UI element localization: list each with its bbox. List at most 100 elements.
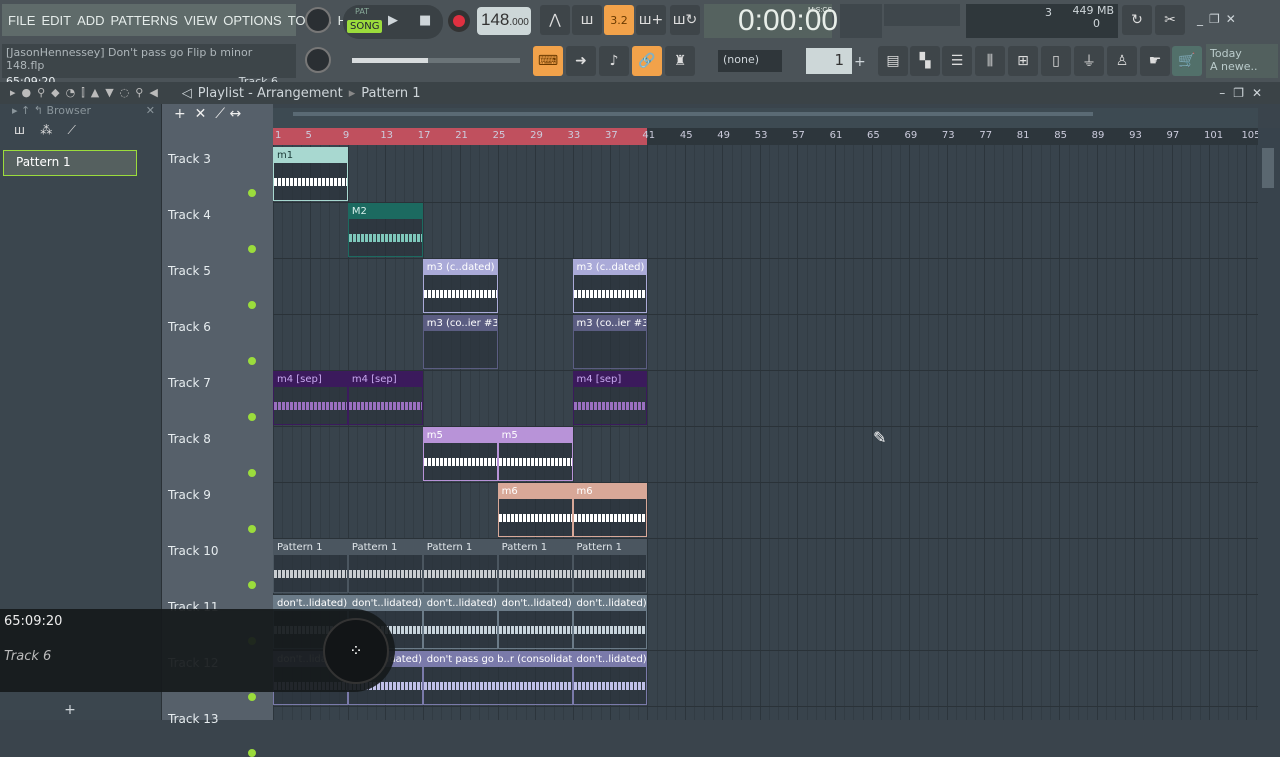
track-mute-led[interactable] bbox=[248, 469, 256, 477]
loop-record-button[interactable]: ш↻ bbox=[670, 5, 700, 35]
song-mode[interactable]: SONG bbox=[347, 20, 383, 33]
plugin-picker-button[interactable]: ⏚ bbox=[1074, 46, 1104, 76]
playlist-clip[interactable]: Pattern 1 bbox=[572, 539, 648, 593]
typing-keyboard-button[interactable]: ⌨ bbox=[533, 46, 563, 76]
track-name[interactable]: Track 6 bbox=[168, 320, 211, 334]
shop-button[interactable]: 🛒 bbox=[1172, 46, 1202, 76]
tempo-display[interactable]: 148.000 bbox=[477, 7, 531, 35]
vertical-scrollbar[interactable] bbox=[1258, 128, 1280, 720]
track-name[interactable]: Track 10 bbox=[168, 544, 218, 558]
news-panel[interactable]: Today A newe.. bbox=[1206, 44, 1278, 78]
channel-rack-button[interactable]: ☰ bbox=[942, 46, 972, 76]
browser-button[interactable]: ⊞ bbox=[1008, 46, 1038, 76]
restore-button[interactable]: ❐ bbox=[1209, 12, 1220, 26]
playlist-clip[interactable]: don't..lidated) bbox=[497, 595, 573, 649]
menu-file[interactable]: FILE bbox=[8, 13, 35, 28]
browser-item-pattern[interactable]: Pattern 1 bbox=[3, 150, 137, 176]
playlist-clip[interactable]: m4 [sep] bbox=[273, 371, 348, 425]
playlist-clip[interactable]: m4 [sep] bbox=[572, 371, 648, 425]
track-name[interactable]: Track 13 bbox=[168, 712, 218, 726]
close-button[interactable]: ✕ bbox=[1226, 12, 1236, 26]
playlist-pattern[interactable]: Pattern 1 bbox=[361, 86, 420, 101]
time-display[interactable]: 0:00:00 M:S:CS bbox=[704, 4, 838, 38]
master-pitch-knob[interactable] bbox=[305, 47, 331, 73]
track-header-tools[interactable]: + ✕ ⟋ ↔ bbox=[162, 104, 273, 128]
record-button[interactable] bbox=[448, 10, 470, 32]
track-mute-led[interactable] bbox=[248, 189, 256, 197]
project-info-button[interactable]: ▯ bbox=[1041, 46, 1071, 76]
wait-input-button[interactable]: ш bbox=[572, 5, 602, 35]
playlist-clip[interactable]: m3 (c..dated) bbox=[572, 259, 648, 313]
playlist-clip[interactable]: m3 (co..ier #3 bbox=[422, 315, 498, 369]
menu-options[interactable]: OPTIONS bbox=[223, 13, 282, 28]
track-name[interactable]: Track 7 bbox=[168, 376, 211, 390]
link-button[interactable]: 🔗 bbox=[632, 46, 662, 76]
playlist-clip[interactable]: don't..lidated) bbox=[572, 651, 648, 705]
menu-add[interactable]: ADD bbox=[77, 13, 104, 28]
menu-patterns[interactable]: PATTERNS bbox=[111, 13, 178, 28]
snap-select[interactable]: (none) bbox=[718, 50, 782, 72]
overview-scrollbar[interactable] bbox=[273, 108, 1258, 128]
browser-tabs[interactable]: ш ⁂ ⟋ bbox=[0, 120, 161, 142]
track-name[interactable]: Track 9 bbox=[168, 488, 211, 502]
track-mute-led[interactable] bbox=[248, 413, 256, 421]
playlist-clip[interactable]: don't..lidated) bbox=[572, 595, 648, 649]
playlist-clip[interactable]: Pattern 1 bbox=[273, 539, 348, 593]
playlist-clip[interactable]: m3 (co..ier #3 bbox=[572, 315, 648, 369]
pat-mode[interactable]: PAT bbox=[355, 7, 369, 16]
add-pattern-button[interactable]: + bbox=[854, 54, 866, 70]
master-pitch-slider[interactable] bbox=[352, 58, 520, 63]
track-mute-led[interactable] bbox=[248, 245, 256, 253]
playlist-clip[interactable]: m4 [sep] bbox=[347, 371, 423, 425]
playlist-clip[interactable]: M2 bbox=[347, 203, 423, 257]
close-browser-button[interactable]: ✕ bbox=[146, 104, 155, 117]
track-name[interactable]: Track 4 bbox=[168, 208, 211, 222]
playlist-clip[interactable]: m3 (c..dated) bbox=[422, 259, 498, 313]
pattern-selector[interactable]: 1 bbox=[806, 48, 852, 74]
menu-edit[interactable]: EDIT bbox=[41, 13, 71, 28]
playlist-clip[interactable]: m6 bbox=[572, 483, 648, 537]
track-mute-led[interactable] bbox=[248, 749, 256, 757]
playlist-clip[interactable]: don't..lidated) bbox=[422, 595, 498, 649]
track-mute-led[interactable] bbox=[248, 693, 256, 701]
master-volume-knob[interactable] bbox=[305, 7, 331, 33]
countdown-button[interactable]: 3.2 bbox=[604, 5, 634, 35]
playlist-clip[interactable]: m5 bbox=[497, 427, 573, 481]
track-name[interactable]: Track 5 bbox=[168, 264, 211, 278]
minimize-button[interactable]: _ bbox=[1197, 12, 1203, 26]
stop-button[interactable]: ■ bbox=[419, 13, 431, 28]
playlist-clip[interactable]: m1 bbox=[273, 147, 348, 201]
playlist-clip[interactable]: m6 bbox=[497, 483, 573, 537]
track-mute-led[interactable] bbox=[248, 525, 256, 533]
track-mute-led[interactable] bbox=[248, 301, 256, 309]
playlist-clip[interactable]: m5 bbox=[422, 427, 498, 481]
help-pointer-button[interactable]: ☛ bbox=[1140, 46, 1170, 76]
playlist-grid[interactable]: m1 M2 m3 (c..dated) m3 (c..dated) m3 (co..ie… bbox=[273, 145, 1258, 720]
playlist-clip[interactable]: Pattern 1 bbox=[497, 539, 573, 593]
track-mute-led[interactable] bbox=[248, 581, 256, 589]
piano-roll-button[interactable]: ▚ bbox=[910, 46, 940, 76]
drag-handle-icon[interactable]: ⁘ bbox=[323, 618, 389, 684]
track-name[interactable]: Track 8 bbox=[168, 432, 211, 446]
mixer-button[interactable]: ⫼ bbox=[975, 46, 1005, 76]
playlist-clip[interactable]: Pattern 1 bbox=[422, 539, 498, 593]
multilink-button[interactable]: ♜ bbox=[665, 46, 695, 76]
step-edit-button[interactable]: ш+ bbox=[636, 5, 666, 35]
playlist-button[interactable]: ▤ bbox=[878, 46, 908, 76]
play-button[interactable]: ▶ bbox=[388, 13, 398, 28]
track-mute-led[interactable] bbox=[248, 357, 256, 365]
step-arrow-button[interactable]: ➜ bbox=[566, 46, 596, 76]
playlist-window-controls[interactable]: –❐✕ bbox=[1219, 86, 1270, 100]
add-button[interactable]: + bbox=[0, 702, 140, 718]
timeline-ruler[interactable]: 1 5 9 13 17 21 25 29 33 37 41 45 49 53 57 61 65 69 73 77 81 8… bbox=[273, 128, 1261, 145]
playlist-clip[interactable]: Pattern 1 bbox=[347, 539, 423, 593]
menu-view[interactable]: VIEW bbox=[184, 13, 217, 28]
playlist-clip[interactable]: don't pass go b..r (consolidated) bbox=[422, 651, 573, 705]
touch-controller-button[interactable]: ♙ bbox=[1107, 46, 1137, 76]
metronome-button[interactable]: ⋀ bbox=[540, 5, 570, 35]
playlist-tools[interactable]: ▸●⚲◆◔⫿▲▼◌⚲◀ bbox=[10, 86, 164, 100]
track-name[interactable]: Track 3 bbox=[168, 152, 211, 166]
slide-button[interactable]: ♪ bbox=[599, 46, 629, 76]
undo-history-button[interactable]: ↻ bbox=[1122, 5, 1152, 35]
cut-tool-button[interactable]: ✂ bbox=[1155, 5, 1185, 35]
